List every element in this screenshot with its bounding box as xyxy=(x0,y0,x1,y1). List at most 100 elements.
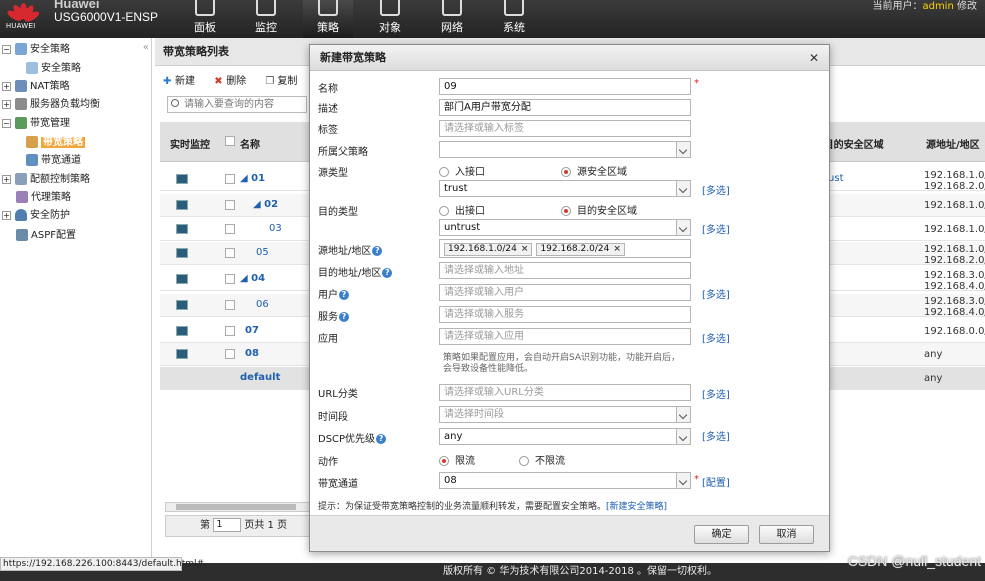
monitor-icon[interactable] xyxy=(176,300,188,310)
radio-button[interactable] xyxy=(519,456,529,466)
cancel-button[interactable]: 取消 xyxy=(759,525,814,544)
row-name[interactable]: 06 xyxy=(256,299,269,310)
delete-button[interactable]: ✖ 删除 xyxy=(214,76,254,87)
row-name[interactable]: 08 xyxy=(245,348,259,359)
row-name[interactable]: 07 xyxy=(245,325,259,336)
nav-object[interactable]: 对象 xyxy=(365,0,415,38)
radio-button[interactable] xyxy=(439,167,449,177)
row-checkbox[interactable] xyxy=(225,248,235,258)
chevron-down-icon[interactable] xyxy=(676,473,690,488)
app-field[interactable]: 请选择或输入应用 xyxy=(439,328,691,345)
row-checkbox[interactable] xyxy=(225,300,235,310)
user-multi-select-link[interactable]: [多选] xyxy=(702,286,730,301)
monitor-icon[interactable] xyxy=(176,174,188,184)
name-field[interactable]: 09 xyxy=(439,78,691,95)
row-name[interactable]: 05 xyxy=(256,247,269,258)
app-multi-select-link[interactable]: [多选] xyxy=(702,330,730,345)
src-zone-multi-select-link[interactable]: [多选] xyxy=(702,182,730,197)
url-multi-select-link[interactable]: [多选] xyxy=(702,386,730,401)
expand-icon[interactable]: + xyxy=(2,81,11,91)
expand-icon[interactable]: + xyxy=(2,210,11,220)
sidebar-item-quota[interactable]: + 配额控制策略 xyxy=(2,172,90,188)
help-icon[interactable]: ? xyxy=(372,246,383,256)
collapse-sidebar-icon[interactable]: « xyxy=(143,42,149,53)
row-checkbox[interactable] xyxy=(225,326,235,336)
nav-monitor[interactable]: 监控 xyxy=(241,0,291,38)
radio-button[interactable] xyxy=(439,456,449,466)
service-field[interactable]: 请选择或输入服务 xyxy=(439,306,691,323)
url-category-field[interactable]: 请选择或输入URL分类 xyxy=(439,384,691,401)
dscp-multi-select-link[interactable]: [多选] xyxy=(702,428,730,443)
row-checkbox[interactable] xyxy=(225,224,235,234)
user-action-link[interactable]: 修改 xyxy=(957,1,977,12)
row-name[interactable]: 03 xyxy=(269,223,282,234)
collapse-icon[interactable]: − xyxy=(2,44,11,54)
sidebar-item-bandwidth-policy[interactable]: 带宽策略 xyxy=(26,135,85,151)
dst-zone-select[interactable]: untrust xyxy=(439,219,691,236)
parent-policy-select[interactable] xyxy=(439,141,691,158)
radio-button[interactable] xyxy=(439,206,449,216)
row-name[interactable]: ◢ 01 xyxy=(240,173,265,184)
nav-dashboard[interactable]: 面板 xyxy=(180,0,230,38)
radio-src-zone[interactable]: 源安全区域 xyxy=(561,163,627,178)
collapse-icon[interactable]: − xyxy=(2,118,11,128)
row-checkbox[interactable] xyxy=(225,349,235,359)
src-addr-field[interactable]: 192.168.1.0/24 × 192.168.2.0/24 × xyxy=(439,239,691,258)
monitor-icon[interactable] xyxy=(176,326,188,336)
nav-policy[interactable]: 策略 xyxy=(303,0,353,38)
new-button[interactable]: ✚ 新建 xyxy=(163,76,203,87)
radio-button[interactable] xyxy=(561,206,571,216)
sidebar-item-bandwidth-channel[interactable]: 带宽通道 xyxy=(26,153,81,169)
radio-button[interactable] xyxy=(561,167,571,177)
user-name[interactable]: admin xyxy=(922,1,953,12)
row-name[interactable]: ◢ 04 xyxy=(240,273,265,284)
row-checkbox[interactable] xyxy=(225,274,235,284)
help-icon[interactable]: ? xyxy=(339,290,349,300)
page-input[interactable]: 1 xyxy=(213,518,242,532)
chevron-down-icon[interactable] xyxy=(676,181,690,196)
sidebar-item-security-policy[interactable]: − 安全策略 xyxy=(2,42,70,58)
sidebar-item-slb[interactable]: + 服务器负载均衡 xyxy=(2,97,100,113)
user-field[interactable]: 请选择或输入用户 xyxy=(439,284,691,301)
help-icon[interactable]: ? xyxy=(382,268,393,278)
radio-limit[interactable]: 限流 xyxy=(439,452,475,467)
expand-icon[interactable]: + xyxy=(2,99,11,109)
sidebar-item-proxy[interactable]: 代理策略 xyxy=(16,190,71,206)
dst-addr-field[interactable]: 请选择或输入地址 xyxy=(439,262,691,279)
sidebar-item-security-policy-child[interactable]: 安全策略 xyxy=(26,61,81,77)
row-checkbox[interactable] xyxy=(225,174,235,184)
nav-system[interactable]: 系统 xyxy=(489,0,539,38)
chevron-down-icon[interactable] xyxy=(676,407,690,422)
description-field[interactable]: 部门A用户带宽分配 xyxy=(439,99,691,116)
chevron-down-icon[interactable] xyxy=(676,429,690,444)
row-checkbox[interactable] xyxy=(225,200,235,210)
monitor-icon[interactable] xyxy=(176,349,188,359)
remove-tag-icon[interactable]: × xyxy=(521,244,529,254)
monitor-icon[interactable] xyxy=(176,200,188,210)
expand-icon[interactable]: + xyxy=(2,174,11,184)
scroll-thumb[interactable] xyxy=(176,504,296,510)
bandwidth-channel-select[interactable]: 08 xyxy=(439,472,691,489)
search-input[interactable]: 请输入要查询的内容 xyxy=(167,96,307,113)
chevron-down-icon[interactable] xyxy=(676,220,690,235)
src-zone-select[interactable]: trust xyxy=(439,180,691,197)
monitor-icon[interactable] xyxy=(176,248,188,258)
nav-network[interactable]: 网络 xyxy=(427,0,477,38)
row-name[interactable]: default xyxy=(240,372,280,383)
new-security-policy-link[interactable]: [新建安全策略] xyxy=(606,502,667,512)
sidebar-item-protection[interactable]: + 安全防护 xyxy=(2,208,70,224)
radio-no-limit[interactable]: 不限流 xyxy=(519,452,565,467)
chevron-down-icon[interactable] xyxy=(676,142,690,157)
close-icon[interactable]: ✕ xyxy=(809,51,819,65)
row-name[interactable]: ◢ 02 xyxy=(253,199,278,210)
sidebar-item-nat[interactable]: + NAT策略 xyxy=(2,79,70,95)
remove-tag-icon[interactable]: × xyxy=(613,244,621,254)
help-icon[interactable]: ? xyxy=(339,312,349,322)
select-all-checkbox[interactable] xyxy=(225,136,235,146)
time-range-select[interactable]: 请选择时间段 xyxy=(439,406,691,423)
radio-in-interface[interactable]: 入接口 xyxy=(439,163,485,178)
sidebar-item-bandwidth[interactable]: − 带宽管理 xyxy=(2,116,70,132)
dst-zone-multi-select-link[interactable]: [多选] xyxy=(702,221,730,236)
col-name[interactable]: 名称 xyxy=(240,136,260,151)
col-src[interactable]: 源地址/地区 xyxy=(926,136,980,151)
